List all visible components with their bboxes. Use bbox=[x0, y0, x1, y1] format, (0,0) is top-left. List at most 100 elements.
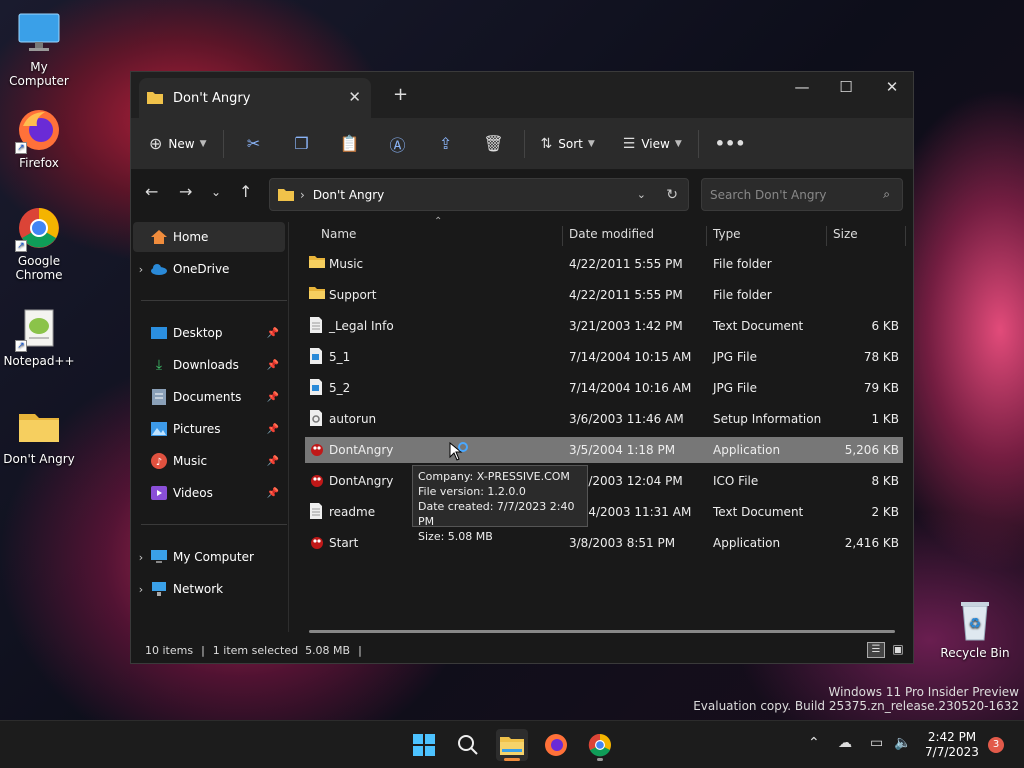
column-header-date[interactable]: Date modified bbox=[569, 222, 705, 246]
expand-chevron-icon[interactable]: › bbox=[133, 583, 149, 596]
column-divider[interactable] bbox=[905, 226, 906, 246]
taskbar-file-explorer[interactable] bbox=[496, 729, 528, 761]
sidebar-item-home[interactable]: Home bbox=[133, 222, 285, 252]
sidebar-item-desktop[interactable]: Desktop 📌 bbox=[133, 318, 285, 348]
pin-icon: 📌 bbox=[266, 423, 279, 435]
details-view-toggle[interactable]: ☰ bbox=[867, 642, 885, 658]
rename-button[interactable]: Ⓐ bbox=[374, 128, 422, 160]
copy-button[interactable]: ❐ bbox=[278, 128, 326, 160]
table-row[interactable]: Music 4/22/2011 5:55 PM File folder bbox=[305, 251, 903, 277]
sidebar-item-onedrive[interactable]: › OneDrive bbox=[133, 254, 285, 284]
new-tab-button[interactable]: + bbox=[393, 84, 408, 105]
table-row[interactable]: Support 4/22/2011 5:55 PM File folder bbox=[305, 282, 903, 308]
table-row[interactable]: _Legal Info 3/21/2003 1:42 PM Text Documen… bbox=[305, 313, 903, 339]
column-divider[interactable] bbox=[562, 226, 563, 246]
sidebar-item-label: Network bbox=[173, 582, 224, 596]
table-row[interactable]: DontAngry 3/5/2004 1:18 PM Application 5,20… bbox=[305, 437, 903, 463]
sidebar-item-downloads[interactable]: ⤓ Downloads 📌 bbox=[133, 350, 285, 380]
desktop-icon-dont-angry[interactable]: Don't Angry bbox=[0, 402, 78, 466]
tooltip-version: File version: 1.2.0.0 bbox=[418, 485, 526, 498]
address-bar[interactable]: › Don't Angry ⌄ ↻ bbox=[269, 178, 689, 211]
network-icon[interactable]: ▭ bbox=[870, 735, 883, 751]
desktop-icon-chrome[interactable]: ↗ Google Chrome bbox=[0, 204, 78, 282]
sidebar-item-my-computer[interactable]: › My Computer bbox=[133, 542, 285, 572]
table-row[interactable]: 5_2 7/14/2004 10:16 AM JPG File 79 KB bbox=[305, 375, 903, 401]
sidebar-item-label: Music bbox=[173, 454, 208, 468]
column-divider[interactable] bbox=[706, 226, 707, 246]
sidebar-item-network[interactable]: › Network bbox=[133, 574, 285, 604]
clock-time: 2:42 PM bbox=[927, 730, 977, 744]
sidebar-item-videos[interactable]: Videos 📌 bbox=[133, 478, 285, 508]
horizontal-scrollbar[interactable] bbox=[309, 630, 895, 633]
expand-chevron-icon[interactable]: › bbox=[133, 263, 149, 276]
back-button[interactable]: ← bbox=[145, 182, 158, 201]
column-header-type[interactable]: Type bbox=[713, 222, 825, 246]
tiles-view-toggle[interactable]: ▣ bbox=[889, 642, 907, 658]
column-header-size[interactable]: Size bbox=[833, 222, 903, 246]
delete-button[interactable]: 🗑 bbox=[470, 128, 518, 160]
file-date: 7/14/2004 10:16 AM bbox=[569, 381, 692, 395]
tooltip-size: Size: 5.08 MB bbox=[418, 530, 493, 543]
column-divider[interactable] bbox=[826, 226, 827, 246]
sidebar-item-music[interactable]: ♪ Music 📌 bbox=[133, 446, 285, 476]
start-button[interactable] bbox=[408, 729, 440, 761]
file-size: 2 KB bbox=[871, 505, 899, 519]
clipboard-icon: 📋 bbox=[339, 134, 360, 153]
folder-icon bbox=[147, 91, 163, 105]
refresh-icon[interactable]: ↻ bbox=[666, 187, 678, 203]
show-hidden-icons-button[interactable]: ⌃ bbox=[808, 735, 820, 751]
new-label: New bbox=[168, 136, 195, 151]
close-tab-icon[interactable]: ✕ bbox=[348, 88, 361, 106]
minimize-button[interactable]: — bbox=[779, 72, 825, 102]
address-dropdown-icon[interactable]: ⌄ bbox=[637, 188, 646, 201]
desktop-icon-my-computer[interactable]: My Computer bbox=[0, 10, 78, 88]
status-divider: | bbox=[201, 643, 205, 657]
nav-divider bbox=[141, 300, 287, 301]
search-button[interactable] bbox=[452, 729, 484, 761]
notification-badge[interactable]: 3 bbox=[988, 737, 1004, 753]
breadcrumb[interactable]: Don't Angry bbox=[313, 188, 384, 202]
shortcut-arrow-icon: ↗ bbox=[15, 240, 27, 252]
tab-dont-angry[interactable]: Don't Angry ✕ bbox=[139, 78, 371, 118]
desktop-icon-recycle-bin[interactable]: ♻ Recycle Bin bbox=[936, 596, 1014, 660]
view-button[interactable]: ☰ View ▼ bbox=[623, 128, 682, 160]
close-window-button[interactable]: ✕ bbox=[869, 72, 915, 102]
up-button[interactable]: ↑ bbox=[239, 182, 252, 201]
forward-button[interactable]: → bbox=[179, 182, 192, 201]
desktop-icon-notepadpp[interactable]: ↗ Notepad++ bbox=[0, 304, 78, 368]
maximize-button[interactable]: ☐ bbox=[823, 72, 869, 102]
paste-button[interactable]: 📋 bbox=[326, 128, 374, 160]
file-size: 78 KB bbox=[863, 350, 899, 364]
recent-locations-button[interactable]: ⌄ bbox=[211, 185, 221, 199]
cut-button[interactable]: ✂ bbox=[230, 128, 278, 160]
new-button[interactable]: ⊕ New ▼ bbox=[149, 128, 207, 160]
sidebar-item-pictures[interactable]: Pictures 📌 bbox=[133, 414, 285, 444]
toolbar-divider bbox=[222, 129, 224, 158]
table-row[interactable]: readme 3/14/2003 11:31 AM Text Document 2 K… bbox=[305, 499, 903, 525]
table-row[interactable]: 5_1 7/14/2004 10:15 AM JPG File 78 KB bbox=[305, 344, 903, 370]
desktop-icon-label: My Computer bbox=[9, 60, 69, 88]
table-row[interactable]: Start 3/8/2003 8:51 PM Application 2,416 KB bbox=[305, 530, 903, 556]
system-clock[interactable]: 2:42 PM 7/7/2023 bbox=[920, 730, 984, 760]
nav-divider bbox=[141, 524, 287, 525]
sort-button[interactable]: ⇅ Sort ▼ bbox=[541, 128, 595, 160]
onedrive-offline-icon[interactable]: ☁ bbox=[838, 735, 852, 751]
taskbar-chrome[interactable] bbox=[584, 729, 616, 761]
search-input[interactable]: Search Don't Angry ⌕ bbox=[701, 178, 903, 211]
file-date: 7/14/2004 10:15 AM bbox=[569, 350, 692, 364]
desktop-icon-firefox[interactable]: ↗ Firefox bbox=[0, 106, 78, 170]
app-icon bbox=[309, 441, 325, 457]
expand-chevron-icon[interactable]: › bbox=[133, 551, 149, 564]
mouse-cursor-icon bbox=[449, 441, 471, 467]
column-header-name[interactable]: Name bbox=[321, 222, 561, 246]
table-row[interactable]: DontAngry 3/5/2003 12:04 PM ICO File 8 KB bbox=[305, 468, 903, 494]
share-button[interactable]: ⇪ bbox=[422, 128, 470, 160]
sidebar-item-documents[interactable]: Documents 📌 bbox=[133, 382, 285, 412]
table-row[interactable]: autorun 3/6/2003 11:46 AM Setup Informatio… bbox=[305, 406, 903, 432]
see-more-button[interactable]: ••• bbox=[715, 128, 746, 160]
search-icon: ⌕ bbox=[883, 187, 890, 201]
volume-icon[interactable]: 🔈 bbox=[894, 735, 911, 751]
taskbar-firefox[interactable] bbox=[540, 729, 572, 761]
file-name: _Legal Info bbox=[329, 319, 394, 333]
status-divider: | bbox=[358, 643, 362, 657]
